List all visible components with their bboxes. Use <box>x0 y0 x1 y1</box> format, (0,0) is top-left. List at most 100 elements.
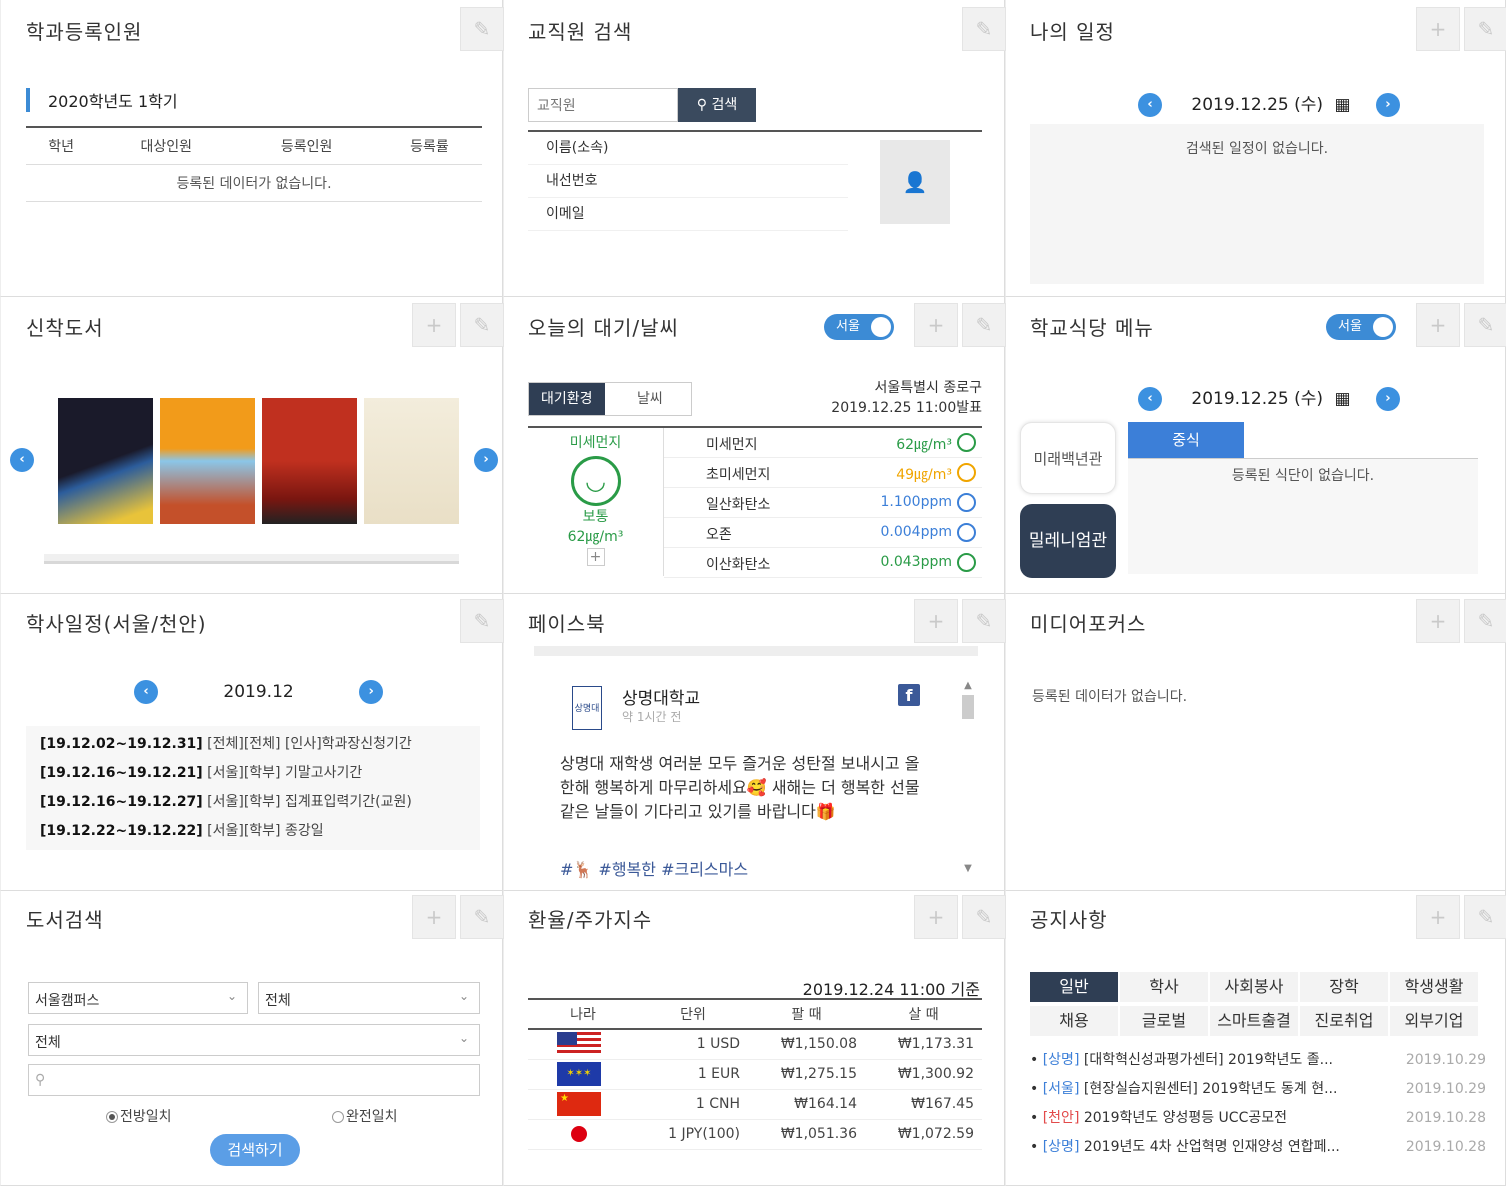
air-item-value: 49㎍/m³ <box>896 467 952 483</box>
event-text: [서울][학부] 종강일 <box>207 823 324 839</box>
list-item[interactable]: [19.12.22~19.12.22] [서울][학부] 종강일 <box>40 817 466 846</box>
tab-scholarship[interactable]: 장학 <box>1300 972 1388 1002</box>
fx-sell: ₩164.14 <box>748 1089 865 1120</box>
prev-arrow-icon[interactable]: ‹ <box>1138 387 1162 411</box>
edit-icon[interactable]: ✎ <box>962 895 1006 939</box>
plus-icon[interactable]: + <box>412 895 456 939</box>
calendar-icon[interactable]: ▦ <box>1334 95 1350 115</box>
fx-sell: ₩1,150.08 <box>748 1029 865 1060</box>
plus-icon[interactable]: + <box>1416 895 1460 939</box>
edit-icon[interactable]: ✎ <box>1464 7 1506 51</box>
field-extension: 내선번호 <box>528 165 848 198</box>
radio-prefix-match[interactable]: 전방일치 <box>106 1106 172 1126</box>
edit-icon[interactable]: ✎ <box>962 7 1006 51</box>
list-item[interactable]: • [서울] [현장실습지원센터] 2019학년도 동계 현... 2019.10… <box>1030 1075 1486 1104</box>
staff-search-input[interactable] <box>528 88 678 122</box>
plus-icon[interactable]: + <box>1416 599 1460 643</box>
meal-empty: 등록된 식단이 없습니다. <box>1128 458 1478 574</box>
tab-academic[interactable]: 학사 <box>1120 972 1208 1002</box>
book-cover[interactable] <box>160 398 255 524</box>
tab-student-life[interactable]: 학생생활 <box>1390 972 1478 1002</box>
edit-icon[interactable]: ✎ <box>460 599 504 643</box>
edit-icon[interactable]: ✎ <box>962 599 1006 643</box>
list-item[interactable]: [19.12.16~19.12.27] [서울][학부] 집계표입력기간(교원) <box>40 788 466 817</box>
book-cover[interactable] <box>262 398 357 524</box>
region-toggle[interactable]: 서울 <box>824 314 894 340</box>
edit-icon[interactable]: ✎ <box>460 895 504 939</box>
notice-date: 2019.10.28 <box>1405 1110 1486 1126</box>
edit-icon[interactable]: ✎ <box>1464 599 1506 643</box>
book-search-input[interactable]: ⚲ <box>28 1064 480 1096</box>
air-row: 오존 0.004ppm <box>664 518 982 548</box>
issued-time: 2019.12.25 11:00발표 <box>831 400 982 416</box>
select-value: 전체 <box>35 1035 61 1051</box>
edit-icon[interactable]: ✎ <box>460 303 504 347</box>
notice-text: [현장실습지원센터] 2019학년도 동계 현... <box>1083 1081 1338 1097</box>
book-cover[interactable] <box>58 398 153 524</box>
edit-icon[interactable]: ✎ <box>1464 895 1506 939</box>
tab-global[interactable]: 글로벌 <box>1120 1006 1208 1036</box>
post-tags[interactable]: #🦌 #행복한 #크리스마스 <box>560 856 748 880</box>
plus-icon[interactable]: + <box>914 895 958 939</box>
tab-career[interactable]: 진로취업 <box>1300 1006 1388 1036</box>
feed-scrollbar[interactable]: ▲ ▼ <box>962 680 974 874</box>
carousel-scrollbar[interactable] <box>44 554 459 564</box>
edit-icon[interactable]: ✎ <box>460 7 504 51</box>
smile-icon: ◡ <box>570 456 621 506</box>
plus-icon[interactable]: + <box>914 303 958 347</box>
tab-air[interactable]: 대기환경 <box>529 383 605 415</box>
scope-select[interactable]: 전체 ⌄ <box>258 982 480 1014</box>
column-header: 나라 <box>528 998 638 1030</box>
expand-button[interactable]: + <box>586 548 605 566</box>
tab-weather[interactable]: 날씨 <box>609 383 691 415</box>
next-arrow-icon[interactable]: › <box>474 448 498 472</box>
fx-date: 2019.12.24 11:00 기준 <box>802 980 980 999</box>
radio-icon <box>332 1111 344 1123</box>
edit-icon[interactable]: ✎ <box>1464 303 1506 347</box>
toggle-label: 서울 <box>836 319 860 334</box>
region-toggle[interactable]: 서울 <box>1326 314 1396 340</box>
next-arrow-icon[interactable]: › <box>359 680 384 704</box>
field-select[interactable]: 전체 ⌄ <box>28 1024 480 1056</box>
notice-tag: [서울] <box>1042 1081 1080 1097</box>
fx-buy: ₩1,173.31 <box>865 1029 982 1060</box>
list-item[interactable]: • [상명] 2019년도 4차 산업혁명 인재양성 연합페... 2019.10… <box>1030 1133 1486 1162</box>
edit-icon[interactable]: ✎ <box>962 303 1006 347</box>
calendar-icon[interactable]: ▦ <box>1334 389 1350 409</box>
page-name[interactable]: 상명대학교 <box>622 684 700 709</box>
air-row: 일산화탄소 1.100ppm <box>664 488 982 518</box>
tab-lunch[interactable]: 중식 <box>1128 422 1244 458</box>
list-item[interactable]: [19.12.02~19.12.31] [전체][전체] [인사]학과장신청기간 <box>40 730 466 759</box>
book-search-button[interactable]: 검색하기 <box>210 1134 300 1166</box>
list-item[interactable]: • [상명] [대학혁신성과평가센터] 2019학년도 졸... 2019.10.… <box>1030 1046 1486 1075</box>
plus-icon[interactable]: + <box>914 599 958 643</box>
facebook-icon[interactable]: f <box>898 684 920 706</box>
next-arrow-icon[interactable]: › <box>1375 387 1400 411</box>
tab-recruit[interactable]: 채용 <box>1030 1006 1118 1036</box>
prev-arrow-icon[interactable]: ‹ <box>134 680 158 704</box>
list-item[interactable]: • [천안] 2019학년도 양성평등 UCC공모전 2019.10.28 <box>1030 1104 1486 1133</box>
air-row: 초미세먼지 49㎍/m³ <box>664 458 982 488</box>
next-arrow-icon[interactable]: › <box>1375 93 1400 117</box>
tab-external[interactable]: 외부기업 <box>1390 1006 1478 1036</box>
hall-button-mirae[interactable]: 미래백년관 <box>1020 422 1116 494</box>
plus-icon[interactable]: + <box>1416 7 1460 51</box>
air-item-name: 초미세먼지 <box>706 467 771 483</box>
tab-volunteer[interactable]: 사회봉사 <box>1210 972 1298 1002</box>
air-item-name: 미세먼지 <box>706 437 758 453</box>
hall-button-millennium[interactable]: 밀레니엄관 <box>1020 504 1116 578</box>
tab-general[interactable]: 일반 <box>1030 972 1118 1002</box>
radio-exact-match[interactable]: 완전일치 <box>332 1106 398 1126</box>
chevron-down-icon: ⌄ <box>458 1031 469 1045</box>
tab-smart-attendance[interactable]: 스마트출결 <box>1210 1006 1298 1036</box>
list-item[interactable]: [19.12.16~19.12.21] [서울][학부] 기말고사기간 <box>40 759 466 788</box>
plus-icon[interactable]: + <box>412 303 456 347</box>
prev-arrow-icon[interactable]: ‹ <box>10 448 34 472</box>
search-label: 검색 <box>711 97 738 113</box>
prev-arrow-icon[interactable]: ‹ <box>1138 93 1162 117</box>
facebook-feed: 상명대 상명대학교 약 1시간 전 f 상명대 재학생 여러분 모두 즐거운 성… <box>534 646 978 879</box>
campus-select[interactable]: 서울캠퍼스 ⌄ <box>28 982 248 1014</box>
staff-search-button[interactable]: ⚲ 검색 <box>678 88 756 122</box>
plus-icon[interactable]: + <box>1416 303 1460 347</box>
book-cover[interactable] <box>364 398 459 524</box>
